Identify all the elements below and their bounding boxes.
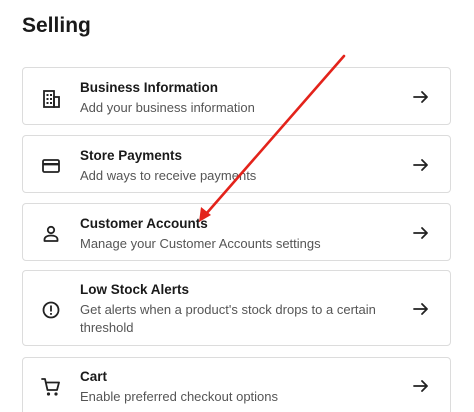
store-payments-card[interactable]: Store Payments Add ways to receive payme… [22,135,451,193]
selling-settings-page: Selling Business Information Add your bu… [0,0,474,412]
cart-card[interactable]: Cart Enable preferred checkout options [22,357,451,412]
person-icon [40,223,62,245]
card-label: Business Information [80,80,219,95]
card-description: Add your business information [80,100,255,115]
card-label: Low Stock Alerts [80,282,190,297]
arrow-right-icon[interactable] [412,224,430,242]
page-title: Selling [22,14,91,37]
arrow-right-icon[interactable] [412,300,430,318]
business-information-card[interactable]: Business Information Add your business i… [22,67,451,125]
card-description: Enable preferred checkout options [80,389,279,404]
credit-card-icon [40,155,62,177]
card-label: Cart [80,369,108,384]
card-label: Store Payments [80,148,183,163]
card-description: Add ways to receive payments [80,168,257,183]
cart-icon [40,376,62,398]
alert-circle-icon [40,299,62,321]
low-stock-alerts-card[interactable]: Low Stock Alerts Get alerts when a produ… [22,270,451,346]
arrow-right-icon[interactable] [412,88,430,106]
arrow-right-icon[interactable] [412,377,430,395]
customer-accounts-card[interactable]: Customer Accounts Manage your Customer A… [22,203,451,261]
card-label: Customer Accounts [80,216,208,231]
arrow-right-icon[interactable] [412,156,430,174]
card-description: Manage your Customer Accounts settings [80,236,321,251]
building-icon [40,88,62,110]
card-description: Get alerts when a product's stock drops … [80,302,376,335]
